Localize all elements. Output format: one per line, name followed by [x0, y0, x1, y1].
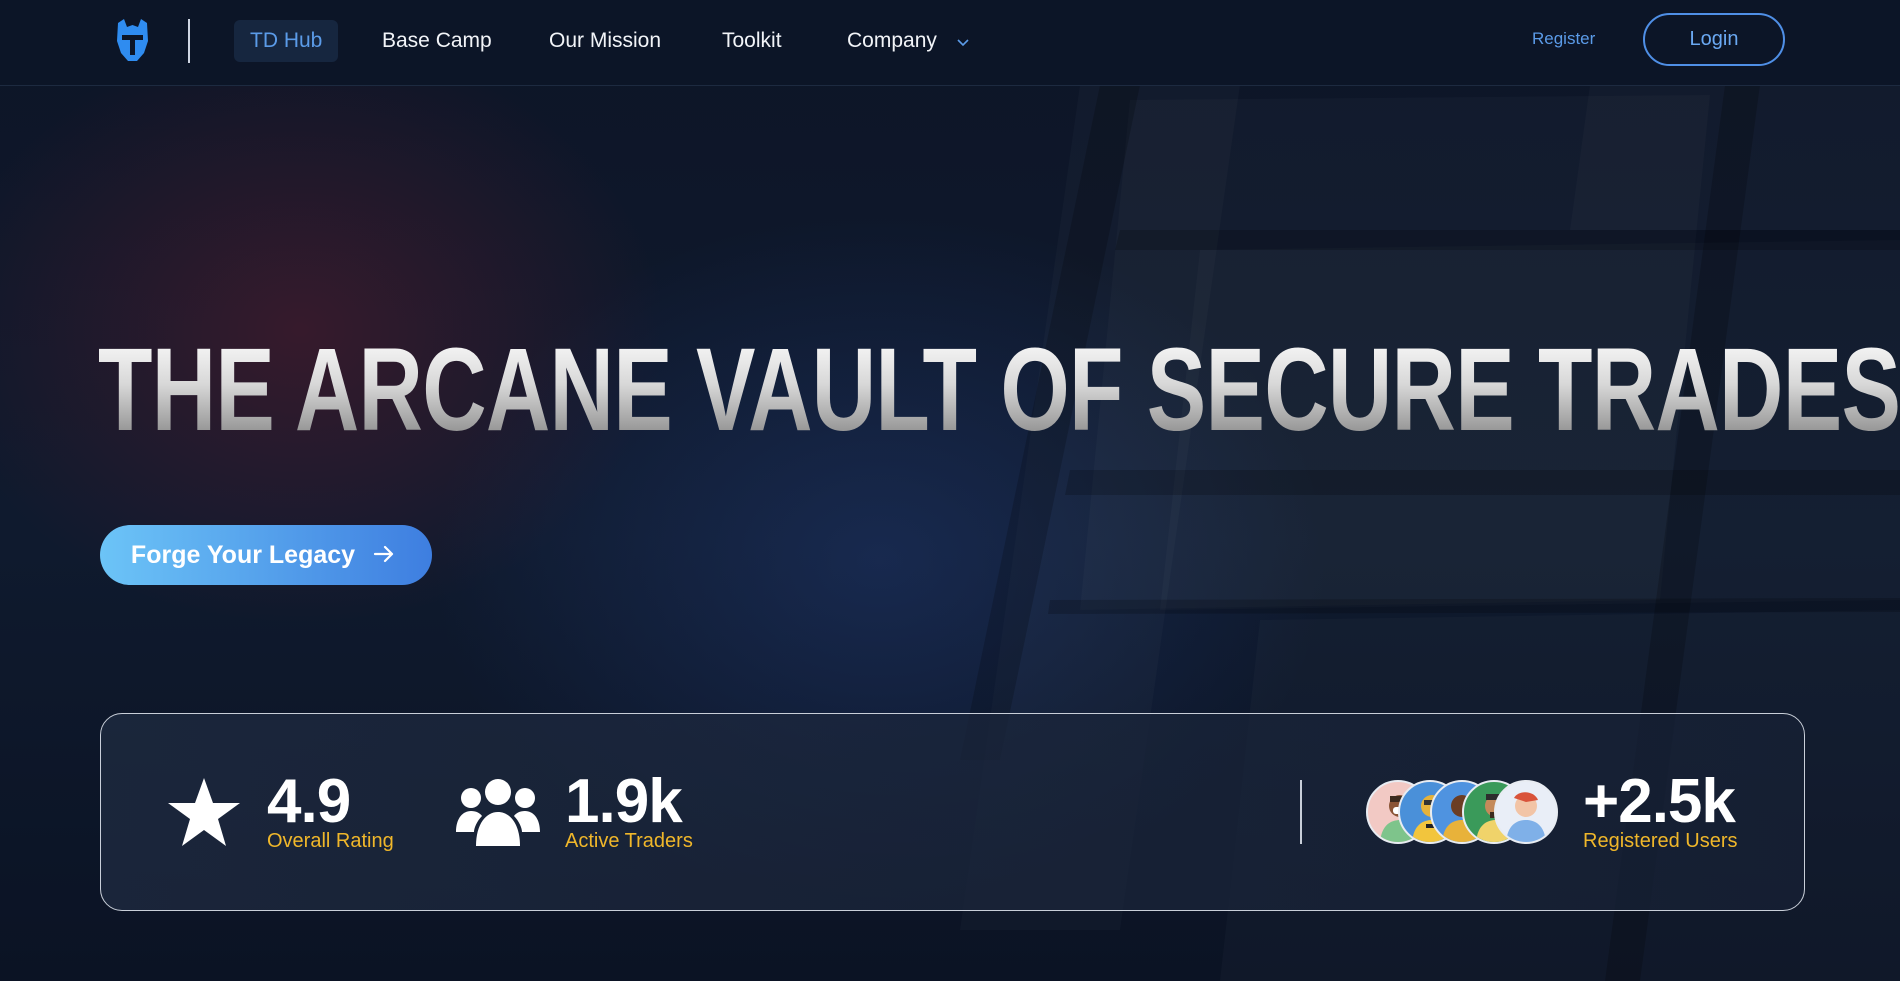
traders-value: 1.9k [565, 767, 683, 836]
rating-value: 4.9 [267, 767, 351, 836]
nav-item-label: TD Hub [250, 29, 323, 52]
knight-helmet-icon[interactable] [115, 19, 150, 63]
stats-divider [1300, 780, 1302, 844]
nav-item-our-mission[interactable]: Our Mission [549, 20, 661, 62]
nav-item-label: Base Camp [382, 29, 492, 52]
registered-users-value: +2.5k [1583, 767, 1736, 836]
stats-panel: 4.9 Overall Rating 1.9k Active Traders +… [100, 713, 1805, 911]
nav-item-label: Toolkit [722, 29, 782, 52]
traders-label: Active Traders [565, 830, 693, 852]
forge-legacy-button[interactable]: Forge Your Legacy [100, 525, 432, 585]
avatar-group [1366, 780, 1566, 846]
chevron-down-icon [957, 20, 969, 62]
rating-label: Overall Rating [267, 830, 394, 852]
star-icon [167, 776, 241, 853]
nav-item-base-camp[interactable]: Base Camp [382, 20, 492, 62]
nav-divider [188, 19, 190, 63]
nav-item-label: Our Mission [549, 29, 662, 52]
top-navbar: TD Hub Base Camp Our Mission Toolkit Com… [0, 0, 1900, 86]
nav-item-label: Company [847, 29, 937, 52]
avatar [1494, 780, 1558, 844]
nav-item-toolkit[interactable]: Toolkit [722, 20, 782, 62]
login-button[interactable]: Login [1643, 13, 1785, 66]
arrow-right-icon [373, 541, 395, 570]
nav-item-td-hub[interactable]: TD Hub [234, 20, 339, 62]
cta-label: Forge Your Legacy [130, 540, 356, 569]
register-link[interactable]: Register [1532, 29, 1595, 49]
hero-title: THE ARCANE VAULT OF SECURE TRADES [98, 324, 1900, 456]
registered-users-label: Registered Users [1583, 830, 1738, 852]
users-group-icon [456, 776, 540, 853]
nav-item-company[interactable]: Company [847, 20, 969, 62]
